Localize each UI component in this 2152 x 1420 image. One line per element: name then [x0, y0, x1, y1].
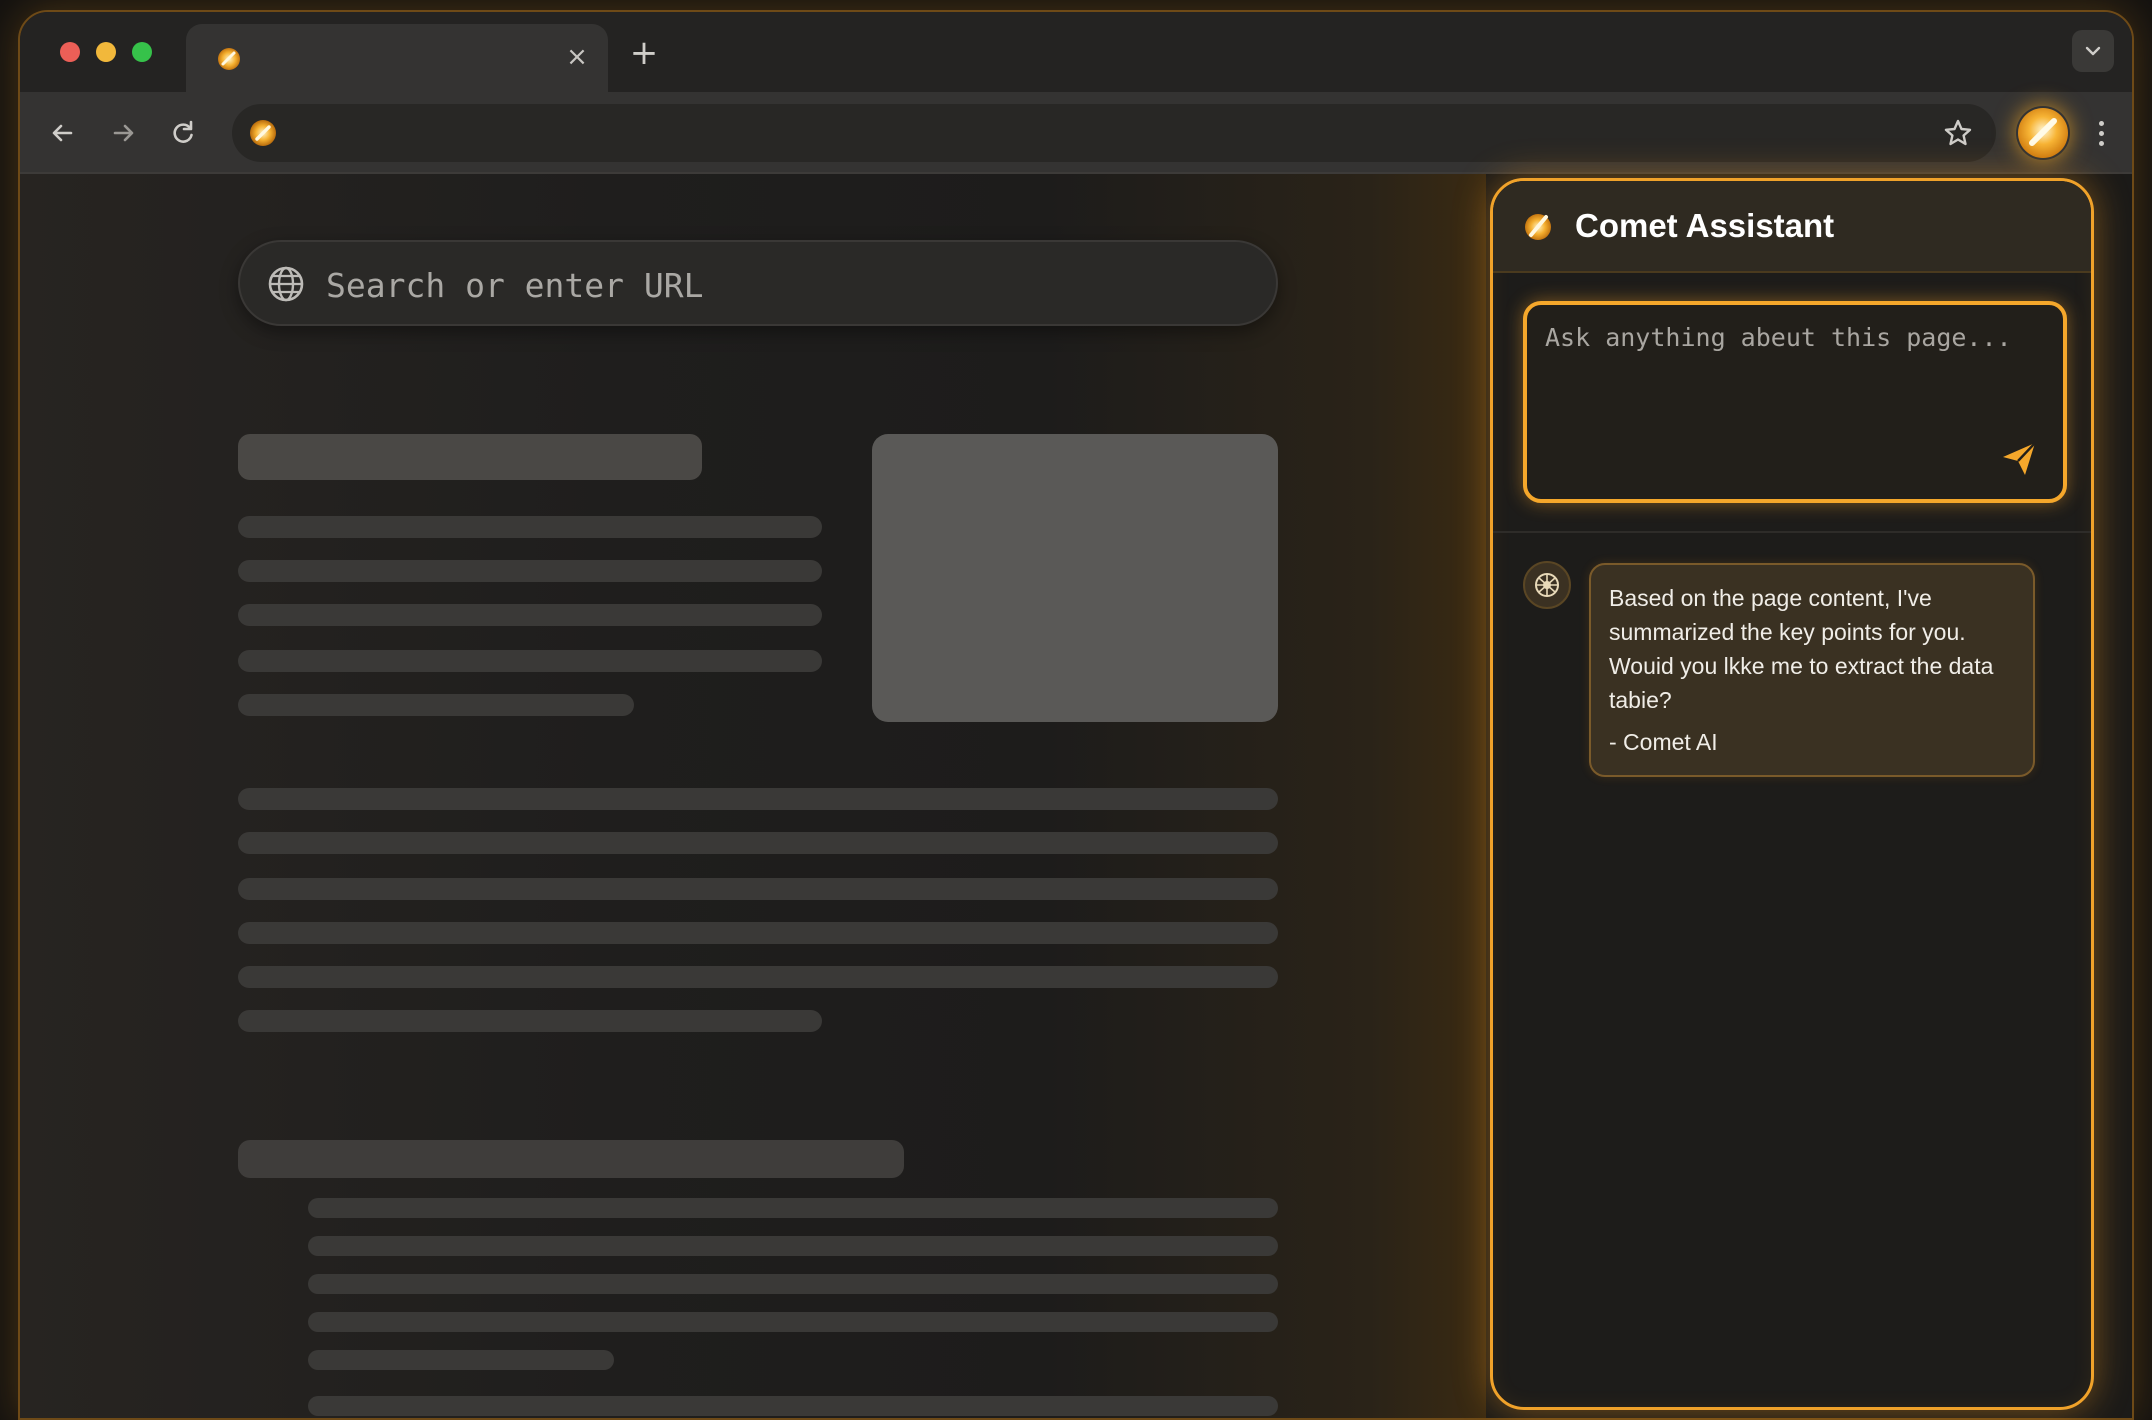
assistant-input-box[interactable] [1523, 301, 2067, 503]
skeleton-line [238, 832, 1278, 854]
comet-icon [1525, 214, 1551, 240]
forward-arrow-icon [113, 124, 134, 142]
skeleton-line [308, 1350, 614, 1370]
skeleton-heading [238, 1140, 904, 1178]
skeleton-line [238, 516, 822, 538]
skeleton-heading [238, 434, 702, 480]
minimize-window-button[interactable] [96, 42, 116, 62]
skeleton-line [308, 1396, 1278, 1416]
skeleton-line [238, 878, 1278, 900]
search-placeholder: Search or enter URL [326, 266, 704, 305]
tab-close-button[interactable]: × [560, 40, 594, 74]
skeleton-line [308, 1312, 1278, 1332]
toolbar [20, 92, 2132, 174]
skeleton-line [308, 1236, 1278, 1256]
tab-strip: × + [20, 12, 2132, 94]
message-signature: - Comet AI [1609, 729, 1718, 755]
close-window-button[interactable] [60, 42, 80, 62]
comet-icon [218, 48, 240, 70]
skeleton-line [238, 560, 822, 582]
skeleton-image [872, 434, 1278, 722]
comet-extension-icon[interactable] [2016, 106, 2070, 160]
assistant-message: Based on the page content, I've summariz… [1589, 563, 2035, 777]
skeleton-line [238, 788, 1278, 810]
reload-icon [173, 120, 193, 143]
new-tab-button[interactable]: + [626, 36, 662, 72]
assistant-title: Comet Assistant [1575, 207, 1835, 244]
skeleton-line [238, 694, 634, 716]
skeleton-line [238, 1010, 822, 1032]
skeleton-line [308, 1274, 1278, 1294]
star-icon[interactable] [1942, 117, 1974, 149]
forward-button[interactable] [104, 114, 142, 152]
skeleton-line [238, 922, 1278, 944]
skeleton-line [238, 966, 1278, 988]
assistant-panel: Comet Assistant Based on the page conten… [1490, 178, 2094, 1410]
page-content: Search or enter URL [20, 174, 1486, 1418]
tab-active[interactable]: × [186, 24, 608, 94]
assistant-input[interactable] [1545, 323, 2045, 443]
tab-search-button[interactable] [2072, 30, 2114, 72]
divider [1493, 531, 2091, 533]
globe-icon [268, 266, 304, 302]
maximize-window-button[interactable] [132, 42, 152, 62]
send-icon[interactable] [1999, 439, 2039, 479]
kebab-menu-icon[interactable] [2086, 114, 2116, 152]
skeleton-line [308, 1198, 1278, 1218]
message-text: Based on the page content, I've summariz… [1609, 585, 1994, 713]
skeleton-line [238, 604, 822, 626]
back-button[interactable] [44, 114, 82, 152]
assistant-header: Comet Assistant [1493, 181, 2091, 273]
brain-icon [1535, 573, 1559, 597]
back-arrow-icon [52, 124, 73, 142]
comet-icon [250, 120, 276, 146]
chevron-down-icon [2085, 46, 2101, 56]
page-search-bar[interactable]: Search or enter URL [238, 240, 1278, 326]
assistant-avatar [1523, 561, 1571, 609]
address-bar[interactable] [232, 104, 1996, 162]
skeleton-line [238, 650, 822, 672]
reload-button[interactable] [164, 114, 202, 152]
